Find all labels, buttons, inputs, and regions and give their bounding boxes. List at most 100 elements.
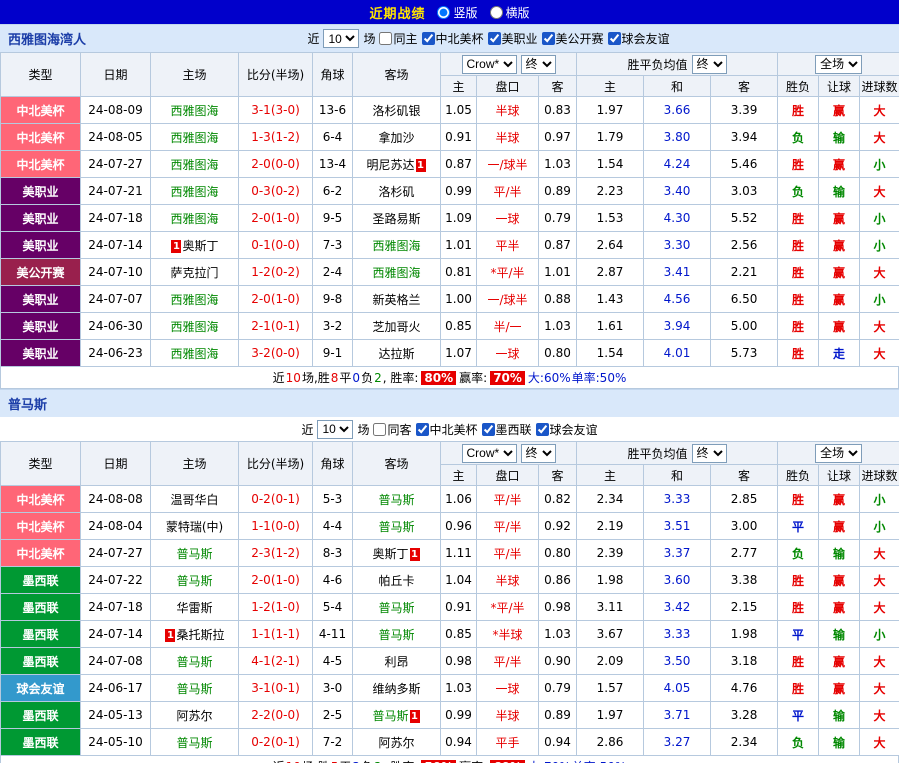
league-checkbox-美职业[interactable]: 美职业 xyxy=(487,30,538,47)
team-name-link[interactable]: 桑托斯拉 xyxy=(176,628,224,642)
team-name-link[interactable]: 西雅图海 xyxy=(170,212,218,226)
score-link[interactable]: 2-0(1-0) xyxy=(238,285,313,313)
team-name-link[interactable]: 芝加哥火 xyxy=(372,320,420,334)
team-name-link[interactable]: 奥斯丁 xyxy=(182,239,218,253)
league-type-badge[interactable]: 中北美杯 xyxy=(0,96,81,124)
team-name-link[interactable]: 维纳多斯 xyxy=(372,682,420,696)
team-name-link[interactable]: 普马斯 xyxy=(378,520,414,534)
team-name-link[interactable]: 达拉斯 xyxy=(378,347,414,361)
team-title[interactable]: 普马斯 xyxy=(8,394,47,413)
score-link[interactable]: 3-1(3-0) xyxy=(238,96,313,124)
match-count-select[interactable]: 10 xyxy=(323,29,360,48)
league-type-badge[interactable]: 美职业 xyxy=(0,231,81,259)
score-link[interactable]: 4-1(2-1) xyxy=(238,647,313,675)
team-name-link[interactable]: 普马斯 xyxy=(378,601,414,615)
league-type-badge[interactable]: 中北美杯 xyxy=(0,485,81,513)
league-input[interactable] xyxy=(481,422,495,436)
score-link[interactable]: 3-2(0-0) xyxy=(238,339,313,367)
team-name-link[interactable]: 洛杉矶银 xyxy=(372,104,420,118)
avg-time-select[interactable]: 终 xyxy=(691,443,727,463)
team-name-link[interactable]: 西雅图海 xyxy=(170,320,218,334)
team-name-link[interactable]: 普马斯 xyxy=(378,493,414,507)
team-name-link[interactable]: 阿苏尔 xyxy=(176,709,212,723)
score-link[interactable]: 2-1(0-1) xyxy=(238,312,313,340)
league-checkbox-美公开赛[interactable]: 美公开赛 xyxy=(541,30,604,47)
score-link[interactable]: 3-1(0-1) xyxy=(238,674,313,702)
league-checkbox-中北美杯[interactable]: 中北美杯 xyxy=(415,421,478,438)
league-type-badge[interactable]: 中北美杯 xyxy=(0,539,81,567)
score-link[interactable]: 0-3(0-2) xyxy=(238,177,313,205)
score-link[interactable]: 1-2(0-2) xyxy=(238,258,313,286)
team-name-link[interactable]: 圣路易斯 xyxy=(372,212,420,226)
team-name-link[interactable]: 普马斯 xyxy=(176,736,212,750)
horizontal-radio[interactable] xyxy=(489,5,503,19)
team-name-link[interactable]: 西雅图海 xyxy=(170,104,218,118)
team-name-link[interactable]: 西雅图海 xyxy=(170,293,218,307)
score-link[interactable]: 0-1(0-0) xyxy=(238,231,313,259)
score-link[interactable]: 2-0(0-0) xyxy=(238,150,313,178)
team-name-link[interactable]: 阿苏尔 xyxy=(378,736,414,750)
team-name-link[interactable]: 利昂 xyxy=(384,655,408,669)
score-link[interactable]: 2-0(1-0) xyxy=(238,204,313,232)
league-input[interactable] xyxy=(487,32,501,45)
odds-time-select[interactable]: 终 xyxy=(520,54,556,74)
team-name-link[interactable]: 西雅图海 xyxy=(372,239,420,253)
vertical-radio[interactable] xyxy=(437,5,451,19)
team-name-link[interactable]: 西雅图海 xyxy=(170,131,218,145)
league-type-badge[interactable]: 墨西联 xyxy=(0,620,81,648)
same-venue-checkbox[interactable]: 同客 xyxy=(373,421,412,438)
team-name-link[interactable]: 西雅图海 xyxy=(170,185,218,199)
team-name-link[interactable]: 萨克拉门 xyxy=(170,266,218,280)
league-input[interactable] xyxy=(535,422,549,436)
team-name-link[interactable]: 西雅图海 xyxy=(372,266,420,280)
league-type-badge[interactable]: 美职业 xyxy=(0,204,81,232)
team-name-link[interactable]: 普马斯 xyxy=(176,574,212,588)
same-venue-checkbox[interactable]: 同主 xyxy=(379,30,418,47)
league-checkbox-球会友谊[interactable]: 球会友谊 xyxy=(535,421,598,438)
odds-time-select[interactable]: 终 xyxy=(520,443,556,463)
match-count-select[interactable]: 10 xyxy=(317,419,354,439)
team-name-link[interactable]: 洛杉矶 xyxy=(378,185,414,199)
score-link[interactable]: 1-1(0-0) xyxy=(238,512,313,540)
odds-company-select[interactable]: Crow* xyxy=(461,54,517,74)
league-type-badge[interactable]: 中北美杯 xyxy=(0,512,81,540)
league-type-badge[interactable]: 中北美杯 xyxy=(0,123,81,151)
team-name-link[interactable]: 温哥华白 xyxy=(170,493,218,507)
team-name-link[interactable]: 普马斯 xyxy=(176,547,212,561)
league-input[interactable] xyxy=(421,32,435,45)
league-type-badge[interactable]: 墨西联 xyxy=(0,647,81,675)
league-input[interactable] xyxy=(415,422,429,436)
score-link[interactable]: 2-3(1-2) xyxy=(238,539,313,567)
team-name-link[interactable]: 华雷斯 xyxy=(176,601,212,615)
score-link[interactable]: 2-2(0-0) xyxy=(238,701,313,729)
team-name-link[interactable]: 普马斯 xyxy=(372,709,408,723)
full-match-select[interactable]: 全场 xyxy=(815,443,863,463)
league-type-badge[interactable]: 美公开赛 xyxy=(0,258,81,286)
league-checkbox-球会友谊[interactable]: 球会友谊 xyxy=(607,30,670,47)
league-type-badge[interactable]: 美职业 xyxy=(0,339,81,367)
league-checkbox-墨西联[interactable]: 墨西联 xyxy=(481,421,532,438)
score-link[interactable]: 2-0(1-0) xyxy=(238,566,313,594)
team-name-link[interactable]: 西雅图海 xyxy=(170,158,218,172)
score-link[interactable]: 0-2(0-1) xyxy=(238,728,313,756)
league-type-badge[interactable]: 墨西联 xyxy=(0,593,81,621)
league-type-badge[interactable]: 美职业 xyxy=(0,285,81,313)
score-link[interactable]: 0-2(0-1) xyxy=(238,485,313,513)
league-type-badge[interactable]: 墨西联 xyxy=(0,566,81,594)
score-link[interactable]: 1-1(1-1) xyxy=(238,620,313,648)
avg-time-select[interactable]: 终 xyxy=(691,54,727,74)
team-name-link[interactable]: 新英格兰 xyxy=(372,293,420,307)
team-name-link[interactable]: 帕丘卡 xyxy=(378,574,414,588)
league-input[interactable] xyxy=(541,32,555,45)
league-type-badge[interactable]: 美职业 xyxy=(0,312,81,340)
league-type-badge[interactable]: 墨西联 xyxy=(0,701,81,729)
score-link[interactable]: 1-2(1-0) xyxy=(238,593,313,621)
layout-vertical-option[interactable]: 竖版 xyxy=(437,4,478,21)
league-type-badge[interactable]: 球会友谊 xyxy=(0,674,81,702)
league-type-badge[interactable]: 中北美杯 xyxy=(0,150,81,178)
full-match-select[interactable]: 全场 xyxy=(815,54,863,74)
score-link[interactable]: 1-3(1-2) xyxy=(238,123,313,151)
team-name-link[interactable]: 西雅图海 xyxy=(170,347,218,361)
team-name-link[interactable]: 蒙特瑞(中) xyxy=(166,520,223,534)
same-venue-input[interactable] xyxy=(373,422,387,436)
